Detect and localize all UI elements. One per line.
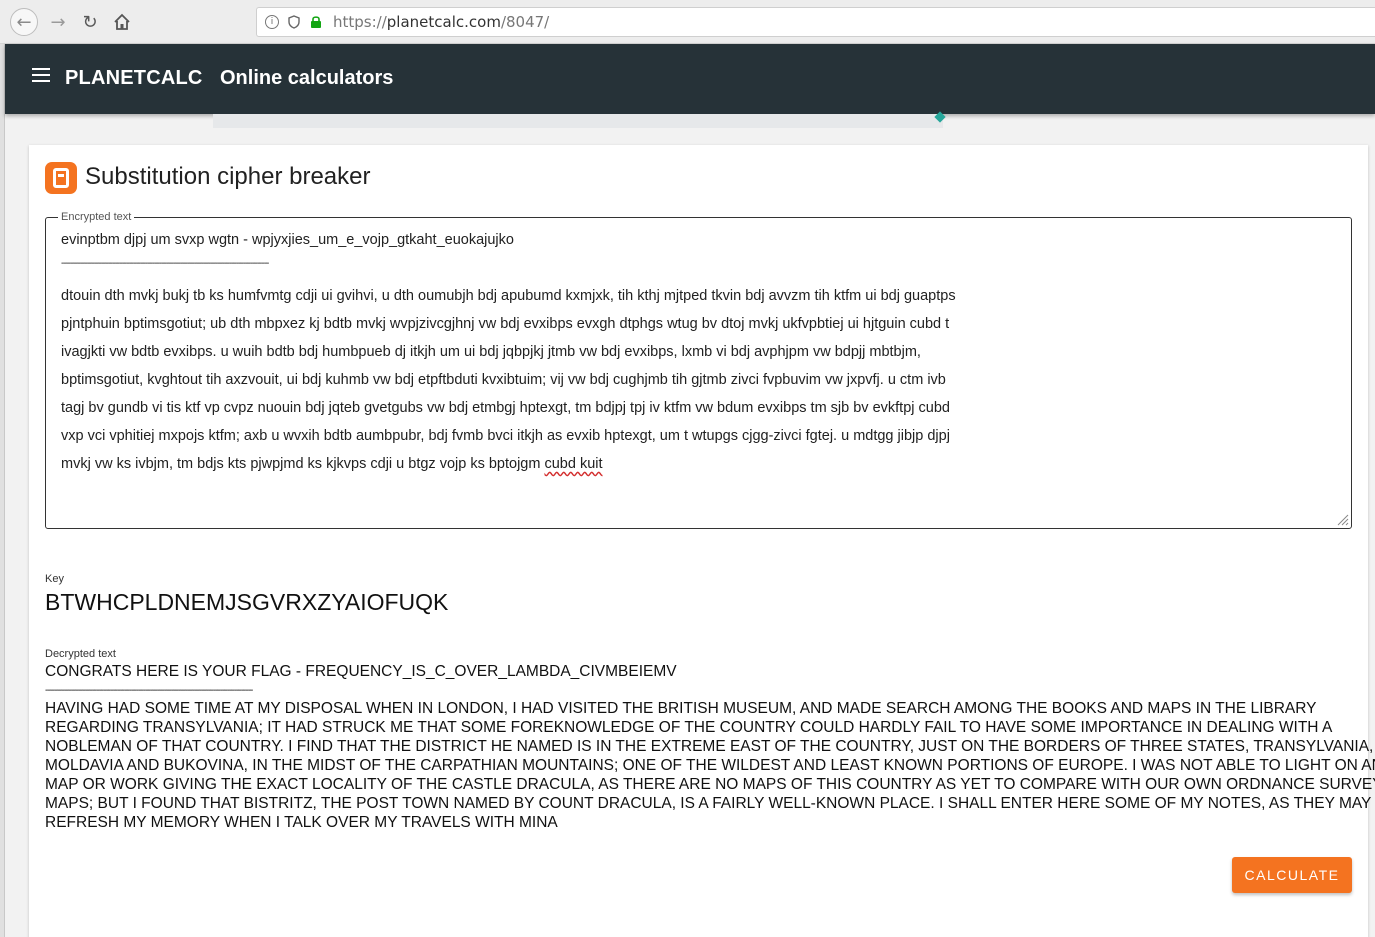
home-icon[interactable] xyxy=(108,8,136,36)
app-header: PLANETCALC Online calculators xyxy=(5,44,1375,114)
decrypted-line: CONGRATS HERE IS YOUR FLAG - FREQUENCY_I… xyxy=(45,663,677,680)
encrypted-line: vxp vci vphitiej mxpojs ktfm; axb u wvxi… xyxy=(61,428,950,444)
reload-icon[interactable]: ↻ xyxy=(76,8,104,36)
menu-icon[interactable] xyxy=(32,68,50,82)
encrypted-separator: ----------------------------------------… xyxy=(61,258,269,269)
lock-icon[interactable] xyxy=(309,15,323,29)
key-label: Key xyxy=(45,573,64,585)
decrypted-line: MOLDAVIA AND BUKOVINA, IN THE MIDST OF T… xyxy=(45,757,1375,774)
header-title[interactable]: Online calculators xyxy=(220,67,393,90)
url-path: /8047/ xyxy=(500,13,550,31)
decrypted-text-value: CONGRATS HERE IS YOUR FLAG - FREQUENCY_I… xyxy=(45,662,1375,832)
shield-icon[interactable] xyxy=(287,15,301,29)
encrypted-line: ivagjkti vw bdtb evxibps. u wuih bdtb bd… xyxy=(61,344,921,360)
calculator-card: Substitution cipher breaker Encrypted te… xyxy=(29,145,1375,937)
encrypted-line: tagj bv gundb vi tis ktf vp cvpz nuouin … xyxy=(61,400,950,416)
ad-banner-strip xyxy=(213,114,943,128)
key-value: BTWHCPLDNEMJSGVRXZYAIOFUQK xyxy=(45,589,449,615)
decrypted-line: HAVING HAD SOME TIME AT MY DISPOSAL WHEN… xyxy=(45,700,1317,717)
decrypted-text-label: Decrypted text xyxy=(45,648,116,660)
decrypted-line: REFRESH MY MEMORY WHEN I TALK OVER MY TR… xyxy=(45,814,558,831)
info-icon[interactable]: i xyxy=(265,15,279,29)
url-scheme: https:// xyxy=(333,13,387,31)
resize-handle-icon[interactable] xyxy=(1335,512,1349,526)
decrypted-line: NOBLEMAN OF THAT COUNTRY. I FIND THAT TH… xyxy=(45,738,1374,755)
back-arrow-icon[interactable]: ← xyxy=(10,8,38,36)
decrypted-line: MAPS; BUT I FOUND THAT BISTRITZ, THE POS… xyxy=(45,795,1372,812)
forward-arrow-icon[interactable]: → xyxy=(44,8,72,36)
browser-toolbar: ← → ↻ i https://planetcalc.com/8047/ xyxy=(0,0,1375,44)
planetcalc-logo-icon xyxy=(45,162,77,194)
encrypted-line-text: mvkj vw ks ivbjm, tm bdjs kts pjwpjmd ks… xyxy=(61,456,541,472)
encrypted-text-label: Encrypted text xyxy=(58,211,135,223)
encrypted-text-field[interactable]: Encrypted text evinptbm djpj um svxp wgt… xyxy=(45,211,1352,529)
address-bar[interactable]: i https://planetcalc.com/8047/ xyxy=(256,7,1375,37)
encrypted-line: dtouin dth mvkj bukj tb ks humfvmtg cdji… xyxy=(61,288,956,304)
calculate-button[interactable]: CALCULATE xyxy=(1232,857,1352,893)
browser-left-edge xyxy=(0,44,5,937)
page-title: Substitution cipher breaker xyxy=(85,163,371,190)
encrypted-line-last: mvkj vw ks ivbjm, tm bdjs kts pjwpjmd ks… xyxy=(61,454,1321,482)
url-text[interactable]: https://planetcalc.com/8047/ xyxy=(333,13,549,31)
url-host: planetcalc.com xyxy=(386,13,501,31)
decrypted-separator: ----------------------------------------… xyxy=(45,685,253,696)
brand-logo-text[interactable]: PLANETCALC xyxy=(65,67,203,90)
encrypted-line: bptimsgotiut, kvghtout tih axzvouit, ui … xyxy=(61,372,946,388)
encrypted-line: evinptbm djpj um svxp wgtn - wpjyxjies_u… xyxy=(61,232,514,248)
decrypted-line: REGARDING TRANSYLVANIA; IT HAD STRUCK ME… xyxy=(45,719,1333,736)
encrypted-line: pjntphuin bptimsgotiut; ub dth mbpxez kj… xyxy=(61,316,950,332)
decrypted-line: MAP OR WORK GIVING THE EXACT LOCALITY OF… xyxy=(45,776,1375,793)
encrypted-text-value[interactable]: evinptbm djpj um svxp wgtn - wpjyxjies_u… xyxy=(61,230,1321,482)
spellcheck-word: cubd kuit xyxy=(544,456,603,472)
